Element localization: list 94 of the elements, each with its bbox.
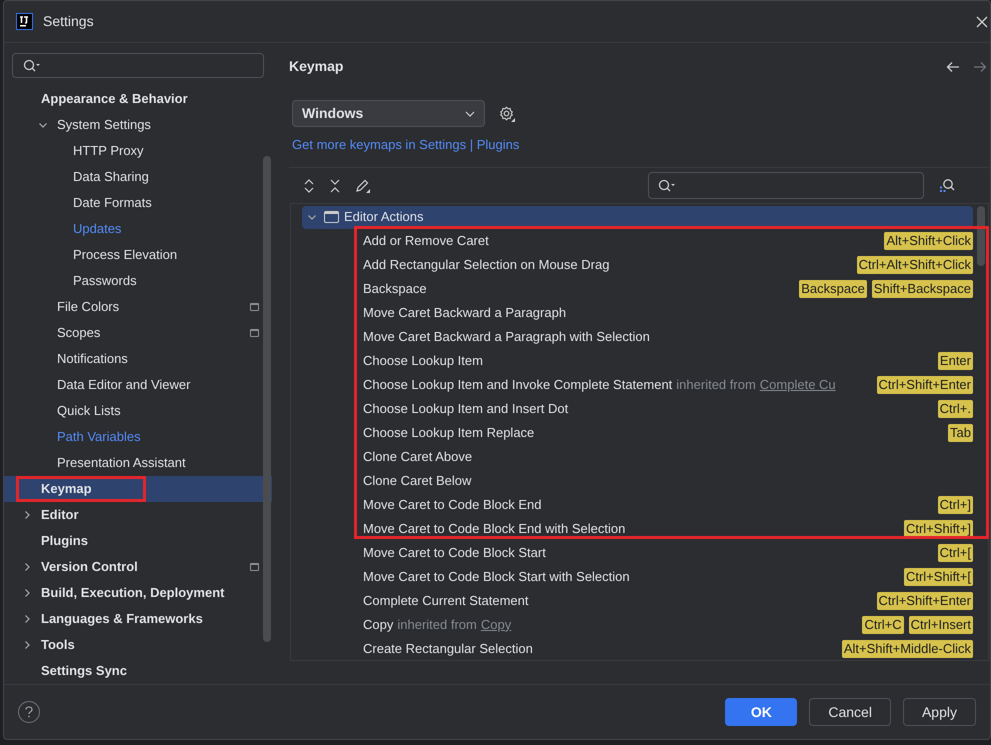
shortcut-badge: Backspace <box>799 280 867 298</box>
caret-icon <box>465 110 475 116</box>
forward-arrow-icon[interactable] <box>973 60 987 72</box>
search-field[interactable] <box>12 53 264 78</box>
action-name: Choose Lookup Item and Insert Dot <box>363 400 568 418</box>
page-title: Keymap <box>289 57 344 76</box>
scrollbar-thumb[interactable] <box>977 206 985 266</box>
expand-all-icon[interactable] <box>303 178 315 192</box>
sidebar-item[interactable]: Plugins <box>4 528 272 554</box>
shortcut-badge: Ctrl+Shift+[ <box>904 568 973 586</box>
action-name: Backspace <box>363 280 427 298</box>
action-name: Choose Lookup Item Replace <box>363 424 534 442</box>
sidebar-item[interactable]: Languages & Frameworks <box>4 606 272 632</box>
expand-chevron-icon[interactable] <box>38 120 48 130</box>
search-icon <box>658 178 676 192</box>
action-name: Move Caret to Code Block End with Selection <box>363 520 626 538</box>
sidebar-item[interactable]: Quick Lists <box>4 398 272 424</box>
action-name: Create Rectangular Selection <box>363 640 533 658</box>
shortcut-badge: Ctrl+[ <box>938 544 973 562</box>
collapse-chevron-icon[interactable] <box>22 614 32 624</box>
sidebar-item[interactable]: Updates <box>4 216 272 242</box>
app-logo-icon <box>16 13 33 30</box>
sidebar-item[interactable]: Appearance & Behavior <box>4 86 272 112</box>
keymap-dropdown[interactable]: Windows <box>292 100 485 127</box>
collapse-chevron-icon[interactable] <box>22 588 32 598</box>
search-icon <box>23 58 41 72</box>
action-name: Clone Caret Above <box>363 448 472 466</box>
shortcut-badge: Ctrl+C <box>862 616 904 634</box>
action-name: Clone Caret Below <box>363 472 472 490</box>
shortcut-badge: Ctrl+Shift+Enter <box>876 592 973 610</box>
question-mark-icon <box>25 706 33 718</box>
plugins-link[interactable]: Get more keymaps in Settings | Plugins <box>292 135 989 154</box>
sidebar-item[interactable]: Scopes <box>4 320 272 346</box>
action-name: Move Caret to Code Block End <box>363 496 542 514</box>
inherited-source-link[interactable]: Copy <box>480 614 512 634</box>
window-title: Settings <box>43 12 94 31</box>
sidebar-item[interactable]: Passwords <box>4 268 272 294</box>
sidebar-item[interactable]: Notifications <box>4 346 272 372</box>
scrollbar-thumb[interactable] <box>263 156 271 642</box>
edit-pencil-icon[interactable] <box>355 178 370 193</box>
action-name: Choose Lookup Item and Invoke Complete Statement <box>363 376 672 394</box>
sidebar-item[interactable]: Editor <box>4 502 272 528</box>
shortcut-badge: Ctrl+Alt+Shift+Click <box>856 256 973 274</box>
sidebar-item[interactable]: Tools <box>4 632 272 658</box>
action-name: Complete Current Statement <box>363 592 528 610</box>
shortcut-badge: Alt+Shift+Middle-Click <box>842 640 973 658</box>
shortcut-badge: Ctrl+. <box>938 400 973 418</box>
help-button[interactable] <box>18 701 40 723</box>
action-name: Add or Remove Caret <box>363 232 489 250</box>
sidebar-item[interactable]: Version Control <box>4 554 272 580</box>
shortcut-badge: Shift+Backspace <box>872 280 973 298</box>
inherited-note: inherited from <box>676 376 756 394</box>
back-arrow-icon[interactable] <box>946 60 960 72</box>
sidebar-item[interactable]: Process Elevation <box>4 242 272 268</box>
dialog-button[interactable]: Cancel <box>809 698 891 726</box>
action-group-row[interactable]: Editor Actions <box>302 206 973 228</box>
shortcut-badge: Ctrl+] <box>938 496 973 514</box>
collapse-all-icon[interactable] <box>329 178 341 192</box>
action-name: Move Caret Backward a Paragraph <box>363 304 566 322</box>
sidebar-item[interactable]: Data Sharing <box>4 164 272 190</box>
action-name: Move Caret to Code Block Start <box>363 544 546 562</box>
action-name: Choose Lookup Item <box>363 352 483 370</box>
settings-icon[interactable] <box>499 106 515 122</box>
dialog-button[interactable]: OK <box>725 698 798 726</box>
close-icon[interactable] <box>976 16 988 28</box>
find-by-shortcut-icon[interactable] <box>939 178 955 194</box>
collapse-chevron-icon[interactable] <box>22 562 32 572</box>
sidebar-item[interactable]: HTTP Proxy <box>4 138 272 164</box>
collapse-chevron-icon[interactable] <box>22 510 32 520</box>
collapse-chevron-icon[interactable] <box>22 640 32 650</box>
shortcut-badge: Ctrl+Shift+Enter <box>876 376 973 394</box>
inherited-source-link[interactable]: Complete Cu <box>760 374 836 394</box>
sidebar-item[interactable]: Data Editor and Viewer <box>4 372 272 398</box>
sidebar-item[interactable]: Presentation Assistant <box>4 450 272 476</box>
shortcut-badge: Enter <box>938 352 973 370</box>
dialog-button[interactable]: Apply <box>902 698 976 726</box>
shortcut-badge: Alt+Shift+Click <box>884 232 973 250</box>
action-name: Copy <box>363 616 394 634</box>
sidebar-item[interactable]: Path Variables <box>4 424 272 450</box>
sidebar-item[interactable]: Date Formats <box>4 190 272 216</box>
shortcut-badge: Ctrl+Shift+] <box>904 520 973 538</box>
expand-chevron-icon[interactable] <box>307 212 317 222</box>
action-search-field[interactable] <box>648 172 924 199</box>
action-name: Move Caret Backward a Paragraph with Selection <box>363 328 650 346</box>
sidebar-item[interactable]: File Colors <box>4 294 272 320</box>
sidebar-item[interactable]: Settings Sync <box>4 658 272 684</box>
sidebar-item[interactable]: Build, Execution, Deployment <box>4 580 272 606</box>
shortcut-badge: Tab <box>948 424 973 442</box>
action-name: Move Caret to Code Block Start with Selection <box>363 568 630 586</box>
shortcut-badge: Ctrl+Insert <box>908 616 973 634</box>
sidebar-item[interactable]: Keymap <box>4 476 272 502</box>
inherited-note: inherited from <box>397 616 477 634</box>
action-name: Add Rectangular Selection on Mouse Drag <box>363 256 610 274</box>
sidebar-item[interactable]: System Settings <box>4 112 272 138</box>
